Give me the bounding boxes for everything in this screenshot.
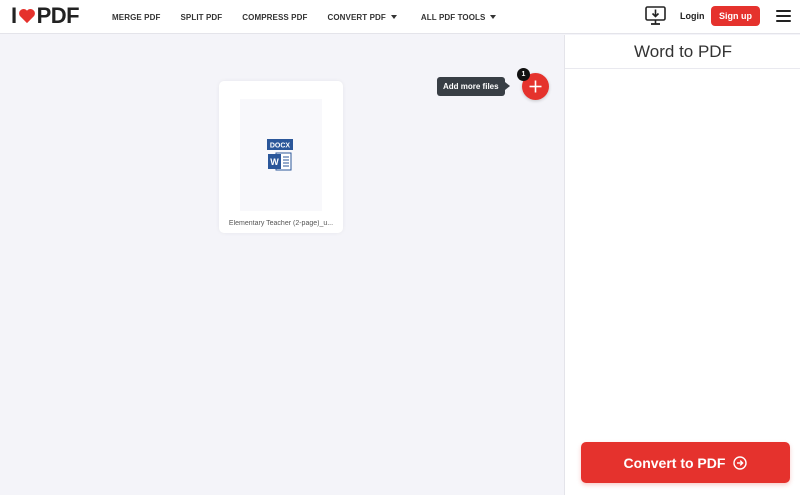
signup-button[interactable]: Sign up — [711, 6, 760, 26]
heart-icon — [18, 8, 35, 24]
add-files-tooltip: Add more files — [437, 77, 510, 96]
top-header: I PDF MERGE PDF SPLIT PDF COMPRESS PDF C… — [0, 0, 800, 34]
nav-all-pdf-tools[interactable]: ALL PDF TOOLS — [421, 13, 497, 22]
file-workspace: DOCX W Elementary Teacher (2-page)_u... … — [0, 35, 564, 495]
convert-to-pdf-button[interactable]: Convert to PDF — [581, 442, 790, 483]
arrow-right-circle-icon — [733, 455, 748, 470]
docx-type-label: DOCX — [270, 142, 291, 149]
hamburger-menu-icon[interactable] — [776, 10, 791, 22]
tool-title: Word to PDF — [565, 35, 800, 69]
plus-icon — [529, 80, 542, 93]
convert-button-label: Convert to PDF — [623, 454, 726, 471]
file-card[interactable]: DOCX W Elementary Teacher (2-page)_u... — [219, 81, 343, 233]
main-nav: MERGE PDF SPLIT PDF COMPRESS PDF CONVERT… — [112, 0, 516, 34]
caret-down-icon — [490, 15, 497, 19]
nav-compress-pdf[interactable]: COMPRESS PDF — [242, 13, 307, 22]
docx-file-icon: DOCX W — [267, 139, 293, 171]
nav-merge-pdf[interactable]: MERGE PDF — [112, 13, 160, 22]
caret-down-icon — [390, 15, 397, 19]
login-link[interactable]: Login — [680, 11, 705, 21]
logo-text-pdf: PDF — [36, 3, 80, 28]
word-letter: W — [270, 157, 279, 167]
file-count-badge: 1 — [517, 68, 530, 81]
ilovepdf-logo[interactable]: I PDF — [11, 3, 80, 28]
nav-split-pdf[interactable]: SPLIT PDF — [180, 13, 222, 22]
nav-convert-pdf[interactable]: CONVERT PDF — [327, 13, 397, 22]
logo-letter-i: I — [11, 3, 17, 28]
desktop-download-icon[interactable] — [645, 6, 666, 26]
tool-sidebar: Word to PDF Convert to PDF — [564, 35, 800, 495]
file-name: Elementary Teacher (2-page)_u... — [228, 220, 334, 227]
